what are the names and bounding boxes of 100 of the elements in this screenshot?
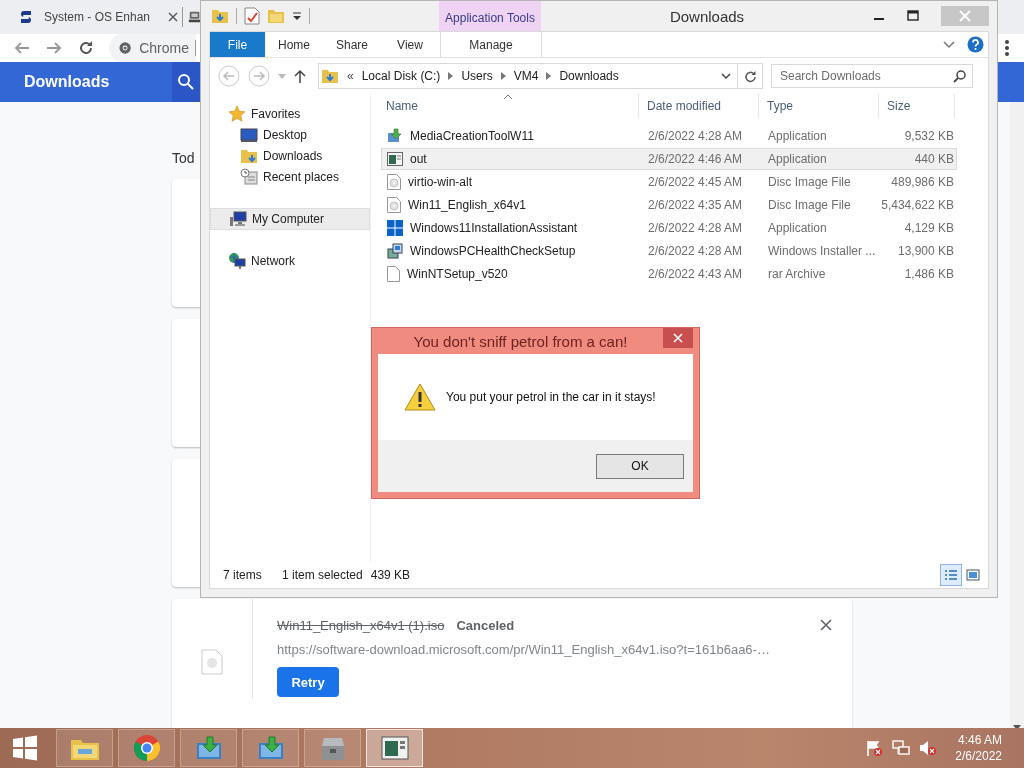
file-name: WinNTSetup_v520 <box>407 267 508 281</box>
nav-label: My Computer <box>252 212 325 226</box>
file-name: out <box>410 152 427 166</box>
contextual-group-label: Application Tools <box>445 11 535 25</box>
folder-icon <box>240 147 258 165</box>
window-icon <box>387 152 403 166</box>
file-name: Windows11InstallationAssistant <box>410 221 578 235</box>
speaker-muted-icon[interactable] <box>919 739 938 757</box>
file-row[interactable]: WindowsPCHealthCheckSetup 2/6/2022 4:28 AM Windows Installer ... 13,900 KB <box>381 240 957 262</box>
details-view-button[interactable] <box>940 564 962 586</box>
action-center-flag-icon[interactable] <box>865 739 884 757</box>
file-row[interactable]: out 2/6/2022 4:46 AM Application 440 KB <box>381 148 957 170</box>
close-icon[interactable] <box>168 12 178 22</box>
dropdown-icon[interactable] <box>292 11 302 21</box>
dropdown-icon[interactable] <box>721 72 731 80</box>
refresh-button[interactable] <box>738 63 763 89</box>
details-view-icon <box>944 569 958 581</box>
scrollbar[interactable] <box>1010 102 1024 728</box>
chrome-icon <box>119 41 132 55</box>
file-size: 5,434,622 KB <box>881 198 954 212</box>
file-row[interactable]: virtio-win-alt 2/6/2022 4:45 AM Disc Image File 489,986 KB <box>381 171 957 193</box>
nav-item[interactable]: Desktop <box>210 125 370 145</box>
taskbar-button[interactable] <box>366 729 423 767</box>
close-icon <box>673 333 683 343</box>
folder-icon[interactable] <box>211 7 229 25</box>
address-bar[interactable]: Chrome <box>109 34 196 62</box>
file-row[interactable]: Windows11InstallationAssistant 2/6/2022 4:28 AM Application 4,129 KB <box>381 217 957 239</box>
column-header[interactable]: Size <box>887 99 911 113</box>
warning-icon <box>404 383 436 411</box>
download-url[interactable]: https://software-download.microsoft.com/pr/Win11_English_x64v1.iso?t=161b6aa6-… <box>277 642 832 657</box>
file-icon <box>201 649 223 675</box>
nav-label: Network <box>251 254 295 268</box>
browser-tab[interactable]: System - OS Enhan <box>10 0 178 34</box>
taskbar-button[interactable] <box>118 729 175 767</box>
menu-icon[interactable] <box>1004 39 1010 57</box>
clock-date[interactable]: 2/6/2022 <box>955 748 1002 764</box>
network-icon <box>228 252 246 270</box>
section-heading: Tod <box>172 150 195 168</box>
breadcrumb-item[interactable]: Downloads <box>559 69 619 83</box>
search-button[interactable] <box>172 62 200 102</box>
file-type: Windows Installer ... <box>768 244 876 258</box>
download-status: Canceled <box>456 617 515 633</box>
installer-icon <box>194 735 223 761</box>
address-bar[interactable]: « Local Disk (C:) Users VM4 Downloads <box>318 63 738 89</box>
expand-ribbon-icon[interactable] <box>943 40 955 49</box>
close-button[interactable] <box>663 328 693 348</box>
breadcrumb-item[interactable]: Local Disk (C:) <box>361 69 441 83</box>
star-icon <box>228 105 246 123</box>
file-name: WindowsPCHealthCheckSetup <box>410 244 576 258</box>
close-icon[interactable] <box>820 619 832 631</box>
nav-item[interactable]: Recent places <box>210 167 370 187</box>
nav-item[interactable]: Network <box>210 251 370 271</box>
up-arrow-icon[interactable] <box>294 69 306 83</box>
nav-item[interactable]: Downloads <box>210 146 370 166</box>
chevron-right-icon[interactable] <box>448 72 454 80</box>
nav-item[interactable]: My Computer <box>210 208 370 230</box>
maximize-icon[interactable] <box>907 10 919 22</box>
clock-time[interactable]: 4:46 AM <box>957 732 1002 748</box>
installer-icon <box>256 735 285 761</box>
search-icon <box>177 73 195 91</box>
file-type: Application <box>768 152 827 166</box>
column-header[interactable]: Name <box>386 99 418 113</box>
file-name: Win11_English_x64v1 (1).iso <box>277 617 445 633</box>
disc-file-icon <box>387 197 401 213</box>
properties-icon[interactable] <box>244 7 260 25</box>
breadcrumb-overflow[interactable]: « <box>347 69 354 83</box>
file-size: 440 KB <box>914 152 954 166</box>
file-tab[interactable]: File <box>210 32 265 57</box>
breadcrumb-item[interactable]: Users <box>461 69 493 83</box>
installer-icon <box>387 243 403 259</box>
column-header[interactable]: Date modified <box>647 99 722 113</box>
help-icon[interactable] <box>967 36 984 53</box>
network-icon[interactable] <box>892 739 911 757</box>
selection-size: 439 KB <box>370 568 411 582</box>
breadcrumb-item[interactable]: VM4 <box>513 69 539 83</box>
file-size: 1,486 KB <box>904 267 954 281</box>
file-row[interactable]: Win11_English_x64v1 2/6/2022 4:35 AM Disc Image File 5,434,622 KB <box>381 194 957 216</box>
file-row[interactable]: MediaCreationToolW11 2/6/2022 4:28 AM Application 9,532 KB <box>381 125 957 147</box>
date-modified: 2/6/2022 4:28 AM <box>648 129 743 143</box>
file-icon <box>387 266 400 282</box>
page-title: Downloads <box>24 73 111 91</box>
file-type: Application <box>768 221 827 235</box>
setup-icon <box>387 128 403 144</box>
chevron-right-icon[interactable] <box>546 72 552 80</box>
dialog-message: You put your petrol in the car in it stays! <box>446 390 656 404</box>
ok-button[interactable]: OK <box>596 453 684 479</box>
thumbnails-view-icon <box>966 569 980 581</box>
file-row[interactable]: WinNTSetup_v520 2/6/2022 4:43 AM rar Archive 1,486 KB <box>381 263 957 285</box>
window-icon <box>380 736 409 760</box>
chrome-icon <box>132 734 161 762</box>
column-header[interactable]: Type <box>767 99 793 113</box>
ribbon-tab[interactable]: Manage <box>440 32 542 57</box>
retry-button[interactable]: Retry <box>277 667 339 697</box>
nav-item[interactable]: Favorites <box>210 104 370 124</box>
file-type: Application <box>768 129 827 143</box>
windows-logo-icon <box>387 220 403 236</box>
chevron-right-icon[interactable] <box>500 72 506 80</box>
windows-logo-icon[interactable] <box>12 735 38 761</box>
taskbar-button[interactable] <box>56 729 113 767</box>
reload-icon[interactable] <box>77 39 95 57</box>
